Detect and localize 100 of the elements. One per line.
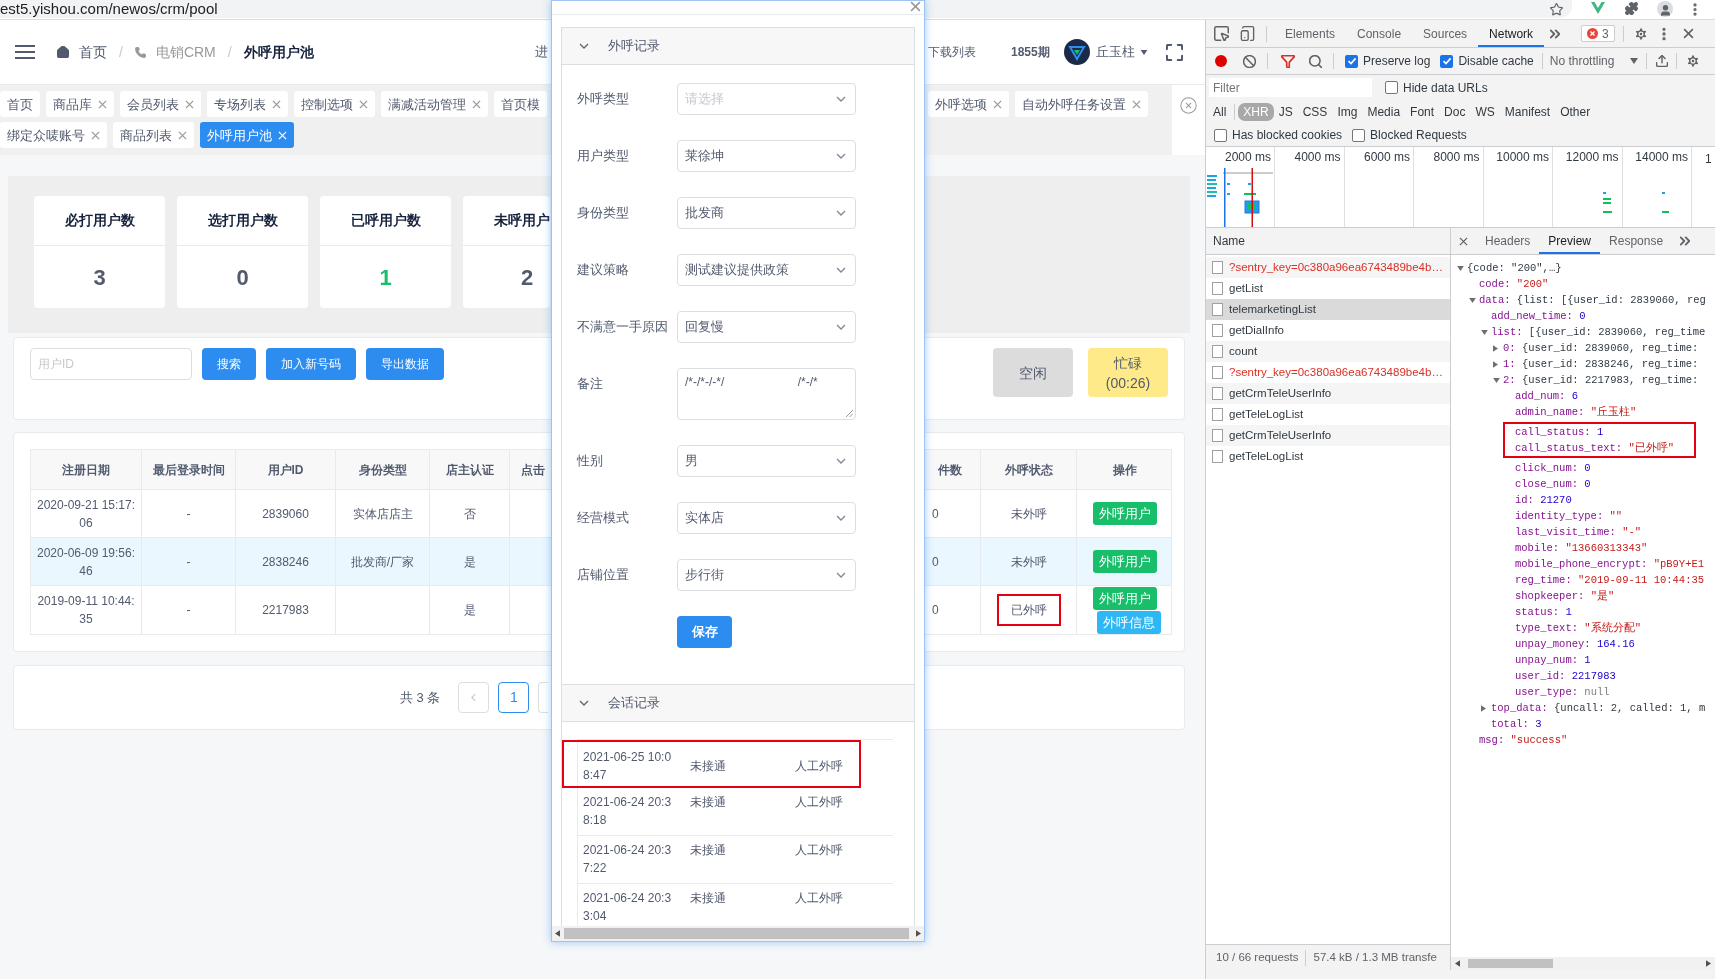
summary-text: 10 / 66 requests xyxy=(1216,949,1299,965)
json-preview-line: click_num: 0 xyxy=(1515,461,1591,476)
table-cell-text: 否 xyxy=(463,505,476,523)
stat-label: 必打用户数 xyxy=(64,211,135,230)
json-preview-line: identity_type: "" xyxy=(1515,509,1623,524)
checkbox-label: Preserve log xyxy=(1363,53,1431,70)
json-preview-line: last_visit_time: "-" xyxy=(1515,525,1642,540)
field-label: 身份类型 xyxy=(577,204,629,223)
field-label: 建议策略 xyxy=(577,261,629,280)
record-result: 未接通 xyxy=(690,794,726,811)
record-result: 未接通 xyxy=(690,842,726,859)
record-type: 人工外呼 xyxy=(795,757,843,775)
field-label: 经营模式 xyxy=(577,509,629,528)
column-header: Name xyxy=(1213,233,1245,250)
column-header: 点击 xyxy=(521,461,545,479)
field-label: 备注 xyxy=(577,375,603,394)
table-cell-text: 未外呼 xyxy=(1010,505,1047,523)
json-preview-line: reg_time: "2019-09-11 10:44:35 xyxy=(1515,573,1705,588)
column-header: 身份类型 xyxy=(358,461,407,479)
field-label: 不满意一手原因 xyxy=(577,318,668,337)
timeline-tick-label: 12000 ms xyxy=(1565,150,1619,165)
record-time: 2021-06-25 10:08:47 xyxy=(583,748,673,784)
json-preview-line: 1: {user_id: 2838246, reg_time: xyxy=(1503,357,1699,372)
table-cell-text: - xyxy=(186,553,191,571)
timeline-tick-label: 14000 ms xyxy=(1635,150,1688,165)
table-cell-text: 2020-06-09 19:56:46 xyxy=(35,544,137,580)
request-name: ?sentry_key=0c380a96ea6743489be4b… xyxy=(1229,364,1443,380)
stat-value: 0 xyxy=(236,263,249,292)
json-preview-line: msg: "success" xyxy=(1479,733,1568,748)
record-result: 未接通 xyxy=(690,757,726,775)
timeline-tick-label: 1 xyxy=(1705,152,1712,166)
stat-label: 选打用户数 xyxy=(207,211,278,230)
json-preview-line: {code: "200",…} xyxy=(1467,261,1562,276)
field-label: 性别 xyxy=(577,452,603,471)
timeline-tick-label: 10000 ms xyxy=(1496,150,1549,165)
table-cell-text: 已外呼 xyxy=(1010,602,1047,619)
json-preview-line: call_status_text: "已外呼" xyxy=(1515,441,1675,456)
json-preview-line: mobile: "13660313343" xyxy=(1515,541,1648,556)
json-preview-line: data: {list: [{user_id: 2839060, reg xyxy=(1479,293,1706,308)
json-preview-line: user_type: null xyxy=(1515,685,1610,700)
column-header: 操作 xyxy=(1113,461,1137,479)
table-cell-text: 未外呼 xyxy=(1010,553,1047,571)
json-preview-line: add_new_time: 0 xyxy=(1491,309,1586,324)
record-result: 未接通 xyxy=(690,890,726,907)
request-name: getTeleLogList xyxy=(1229,406,1304,422)
column-header: 件数 xyxy=(938,461,962,479)
record-time: 2021-06-24 20:38:18 xyxy=(583,794,673,829)
table-cell-text: - xyxy=(186,602,191,619)
record-type: 人工外呼 xyxy=(795,794,843,811)
json-preview-line: code: "200" xyxy=(1479,277,1549,292)
field-label: 用户类型 xyxy=(577,147,629,166)
table-cell-text: 0 xyxy=(932,602,939,619)
json-preview-line: status: 1 xyxy=(1515,605,1572,620)
stat-value: 2 xyxy=(521,263,534,292)
table-cell-text: 2020-09-21 15:17:06 xyxy=(35,496,137,532)
record-time: 2021-06-24 20:37:22 xyxy=(583,842,673,877)
breadcrumb-item: 电销CRM xyxy=(155,42,216,62)
request-name: ?sentry_key=0c380a96ea6743489be4b… xyxy=(1229,259,1443,275)
breadcrumb-separator: / xyxy=(227,42,232,62)
json-preview-line: unpay_money: 164.16 xyxy=(1515,637,1635,652)
table-cell-text: - xyxy=(186,505,191,523)
record-time: 2021-06-24 20:33:04 xyxy=(583,890,673,925)
timeline-tick-label: 4000 ms xyxy=(1294,150,1341,165)
table-cell-text: 2839060 xyxy=(262,505,309,523)
request-name: count xyxy=(1229,343,1258,359)
table-cell-text: 2838246 xyxy=(262,553,309,571)
breadcrumb-item: 外呼用户池 xyxy=(243,42,314,62)
table-cell-text: 批发商/厂家 xyxy=(350,553,415,571)
json-preview-line: mobile_phone_encrypt: "pB9Y+E1 xyxy=(1515,557,1705,572)
request-name: getCrmTeleUserInfo xyxy=(1229,385,1332,401)
record-type: 人工外呼 xyxy=(795,842,843,859)
json-preview-line: top_data: {uncall: 2, called: 1, m xyxy=(1491,701,1706,716)
json-preview-line: close_num: 0 xyxy=(1515,477,1591,492)
table-cell-text: 2217983 xyxy=(262,602,309,619)
record-type: 人工外呼 xyxy=(795,890,843,907)
table-cell-text: 0 xyxy=(932,553,939,571)
total-count: 共 3 条 xyxy=(400,688,441,707)
json-preview-line: 2: {user_id: 2217983, reg_time: xyxy=(1503,373,1699,388)
json-preview-line: add_num: 6 xyxy=(1515,389,1579,404)
timeline-tick-label: 2000 ms xyxy=(1224,150,1271,165)
field-label: 店铺位置 xyxy=(577,566,629,585)
column-header: 注册日期 xyxy=(62,461,110,479)
stat-value: 1 xyxy=(379,263,392,292)
request-name: getTeleLogList xyxy=(1229,448,1304,464)
field-label: 外呼类型 xyxy=(577,90,629,109)
request-name: telemarketingList xyxy=(1229,301,1316,317)
json-preview-line: type_text: "系统分配" xyxy=(1515,621,1641,636)
checkbox-label: Has blocked cookies xyxy=(1232,127,1343,144)
request-name: getCrmTeleUserInfo xyxy=(1229,427,1332,443)
summary-text: 57.4 kB / 1.3 MB transfe xyxy=(1313,949,1437,965)
table-cell-text: 是 xyxy=(463,602,476,619)
period-label: 1855期 xyxy=(1011,44,1050,61)
table-cell-text: 实体店店主 xyxy=(352,505,413,523)
json-preview-line: user_id: 2217983 xyxy=(1515,669,1616,684)
checkbox-label: Blocked Requests xyxy=(1370,127,1467,144)
table-cell-text: 2019-09-11 10:44:35 xyxy=(36,593,136,628)
table-cell-text: 是 xyxy=(463,553,476,571)
checkbox-label: Disable cache xyxy=(1458,53,1534,70)
column-header: 外呼状态 xyxy=(1004,461,1053,479)
request-name: getDialInfo xyxy=(1229,322,1284,338)
